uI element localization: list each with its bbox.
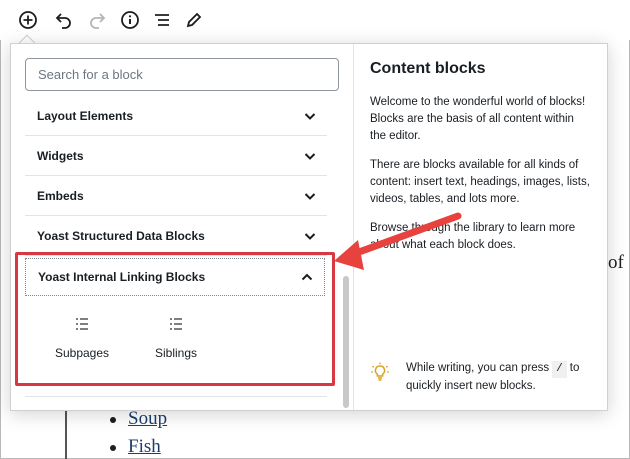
- search-input[interactable]: [38, 59, 326, 90]
- info-icon: [121, 11, 139, 29]
- block-label: Subpages: [54, 346, 110, 360]
- plus-circle-icon: [19, 11, 37, 29]
- inserter-block-list: Layout Elements Widgets Embeds Yoast Str…: [11, 44, 354, 410]
- shortcut-key: /: [552, 361, 567, 378]
- background-list: Soup Fish: [110, 408, 167, 459]
- category-label: Layout Elements: [37, 108, 134, 123]
- block-subpages[interactable]: Subpages: [37, 316, 127, 376]
- add-block-button[interactable]: [16, 8, 40, 32]
- tools-button[interactable]: [182, 8, 206, 32]
- category-embeds[interactable]: Embeds: [25, 176, 327, 216]
- editor-toolbar: [0, 0, 630, 40]
- redo-button[interactable]: [85, 8, 109, 32]
- category-layout-elements[interactable]: Layout Elements: [25, 96, 327, 136]
- chevron-down-icon: [304, 112, 316, 120]
- background-list-item: Soup: [110, 408, 167, 436]
- category-widgets[interactable]: Widgets: [25, 136, 327, 176]
- chevron-down-icon: [304, 192, 316, 200]
- category-yoast-internal-linking[interactable]: Yoast Internal Linking Blocks: [25, 258, 325, 296]
- redo-icon: [90, 13, 106, 29]
- list-icon: [76, 318, 88, 330]
- block-siblings[interactable]: Siblings: [131, 316, 221, 376]
- list-outline-icon: [155, 14, 169, 26]
- category-label: Embeds: [37, 188, 84, 203]
- scrollbar[interactable]: [343, 276, 349, 408]
- annotation-arrow: [334, 212, 462, 270]
- tip-text: While writing, you can press / to quickly …: [406, 360, 598, 395]
- chevron-down-icon: [304, 152, 316, 160]
- tip-text-before: While writing, you can press: [406, 362, 550, 374]
- category-label: Yoast Structured Data Blocks: [37, 228, 205, 243]
- category-label: Yoast Internal Linking Blocks: [38, 270, 206, 284]
- undo-button[interactable]: [52, 8, 76, 32]
- outline-button[interactable]: [150, 8, 174, 32]
- background-link-fish[interactable]: Fish: [128, 436, 161, 457]
- background-link-soup[interactable]: Soup: [128, 408, 167, 429]
- background-text-fragment: of: [608, 252, 624, 273]
- category-yoast-structured-data[interactable]: Yoast Structured Data Blocks: [25, 216, 327, 256]
- undo-icon: [55, 13, 71, 29]
- background-list-item: Fish: [110, 436, 167, 459]
- search-field[interactable]: [25, 58, 339, 91]
- divider: [25, 396, 327, 397]
- inserter-tip: While writing, you can press / to quickly …: [370, 360, 598, 395]
- info-button[interactable]: [118, 8, 142, 32]
- lightbulb-icon: [371, 362, 389, 381]
- info-paragraph: Welcome to the wonderful world of blocks…: [370, 96, 586, 142]
- chevron-up-icon: [301, 273, 313, 281]
- list-icon: [170, 318, 182, 330]
- category-label: Widgets: [37, 148, 84, 163]
- chevron-down-icon: [304, 232, 316, 240]
- info-panel-title: Content blocks: [370, 60, 486, 77]
- block-inserter-popover: Layout Elements Widgets Embeds Yoast Str…: [10, 43, 608, 411]
- pencil-icon: [186, 12, 202, 28]
- block-label: Siblings: [154, 346, 198, 360]
